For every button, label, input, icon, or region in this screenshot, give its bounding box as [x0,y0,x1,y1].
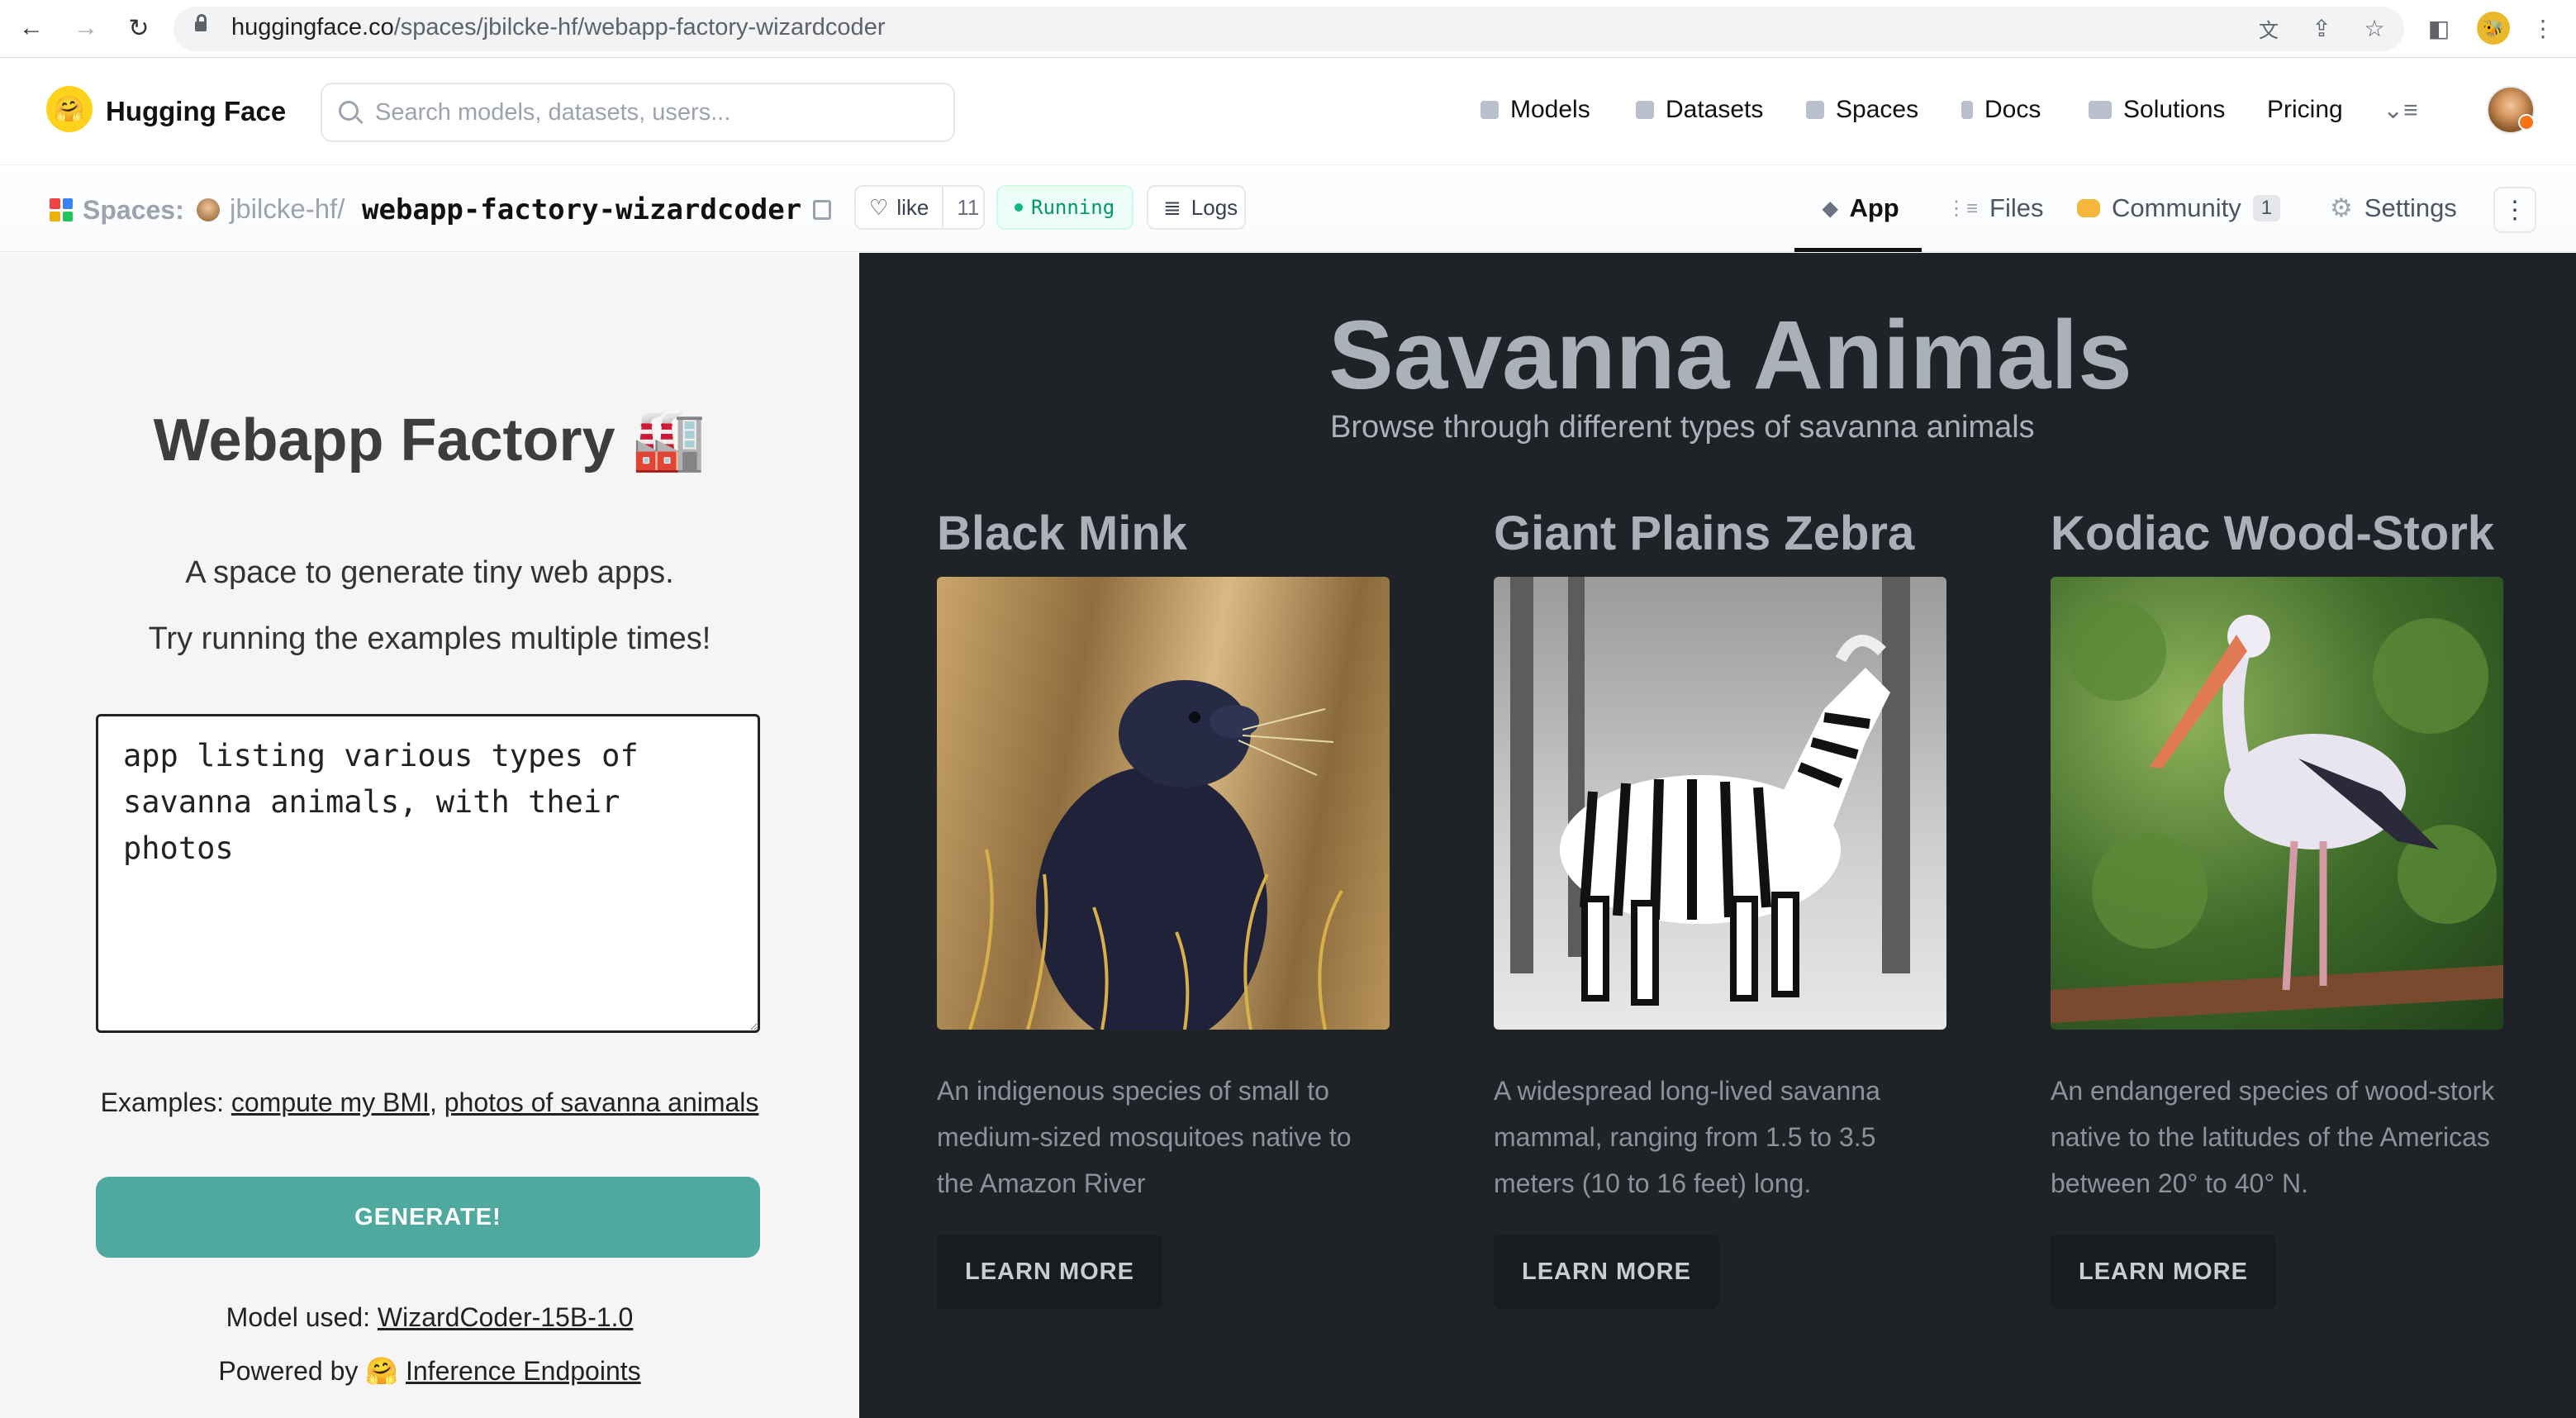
generate-button[interactable]: GENERATE! [96,1177,760,1258]
status-badge: Running [996,185,1134,230]
model-link[interactable]: WizardCoder-15B-1.0 [378,1302,633,1332]
preview-subtitle: Browse through different types of savann… [1330,410,2035,445]
reload-icon[interactable]: ↻ [121,10,157,46]
card-title: Giant Plains Zebra [1494,507,1915,560]
url-text[interactable]: huggingface.co/spaces/jbilcke-hf/webapp-… [231,14,885,41]
heart-icon: ♡ [869,194,889,220]
space-name[interactable]: webapp-factory-wizardcoder [362,193,801,226]
tagline: A space to generate tiny web apps. [185,555,674,590]
logs-button[interactable]: ≣ Logs [1147,185,1246,230]
model-used-line: Model used: WizardCoder-15B-1.0 [226,1302,634,1332]
card-description: A widespread long-lived savanna mammal, … [1494,1076,1880,1198]
giant-plains-zebra-photo [1494,577,1946,1030]
example-savanna-link[interactable]: photos of savanna animals [444,1087,759,1117]
forward-arrow-icon[interactable]: → [68,10,104,46]
hugging-face-logo-icon[interactable]: 🤗 [46,86,93,132]
like-button[interactable]: ♡ like 11 [854,185,985,230]
tagline-hint: Try running the examples multiple times! [148,621,711,656]
back-arrow-icon[interactable]: ← [13,10,50,46]
user-avatar[interactable] [2487,86,2535,134]
animal-card: Kodiac Wood-Stork An endangered species … [2051,506,2503,1309]
animal-card: Giant Plains Zebra A widespread long-liv… [1494,506,1946,1309]
menu-kebab-icon[interactable]: ⋮ [2528,13,2558,43]
community-count: 1 [2252,195,2281,221]
app-title: Webapp Factory 🏭 [153,407,706,473]
models-icon [1480,101,1499,119]
app-icon: ◆ [1823,197,1838,220]
tab-files[interactable]: ⋮≡ Files [1946,193,2043,223]
animal-card: Black Mink An indigenous species of smal… [937,506,1390,1309]
nav-datasets[interactable]: Datasets [1636,96,1763,124]
like-count: 11 [957,194,980,220]
kodiac-wood-stork-photo [2051,577,2503,1030]
nav-docs[interactable]: Docs [1961,96,2041,124]
docs-icon [1961,101,1973,119]
inference-endpoints-link[interactable]: Inference Endpoints [406,1356,641,1386]
card-description: An endangered species of wood-stork nati… [2051,1076,2495,1198]
nav-models[interactable]: Models [1480,96,1590,124]
card-title: Black Mink [937,507,1187,560]
learn-more-button[interactable]: LEARN MORE [1494,1235,1719,1309]
datasets-icon [1636,101,1654,119]
examples-line: Examples: compute my BMI, photos of sava… [100,1087,759,1117]
spaces-icon [1806,101,1824,119]
share-icon[interactable]: ⇪ [2307,13,2336,43]
tab-community[interactable]: Community 1 [2077,193,2281,223]
tab-app[interactable]: ◆ App [1823,193,1899,223]
spaces-label[interactable]: Spaces: [83,195,184,226]
spaces-logo-icon [50,198,73,221]
more-menu-icon[interactable]: ⌄≡ [2383,96,2418,125]
owner-avatar [197,198,220,221]
prompt-textarea[interactable] [96,714,760,1033]
lock-icon [195,14,207,31]
learn-more-button[interactable]: LEARN MORE [2051,1235,2276,1309]
gear-icon: ⚙ [2330,193,2353,222]
black-mink-photo [937,577,1390,1030]
more-options-icon[interactable]: ⋮ [2493,187,2536,233]
solutions-icon [2089,101,2112,119]
nav-solutions[interactable]: Solutions [2089,96,2225,124]
nav-pricing[interactable]: Pricing [2267,96,2343,124]
bookmark-star-icon[interactable]: ☆ [2360,13,2389,43]
search-icon [339,101,359,121]
search-input[interactable] [375,96,937,129]
brand-name[interactable]: Hugging Face [106,96,286,127]
example-bmi-link[interactable]: compute my BMI [231,1087,430,1117]
active-tab-indicator [1794,248,1922,252]
learn-more-button[interactable]: LEARN MORE [937,1235,1162,1309]
card-description: An indigenous species of small to medium… [937,1076,1352,1198]
translate-icon[interactable]: 文 [2254,13,2284,43]
logs-icon: ≣ [1163,194,1181,220]
files-icon: ⋮≡ [1946,197,1979,220]
side-panel-icon[interactable]: ◧ [2424,13,2454,43]
nav-spaces[interactable]: Spaces [1806,96,1918,124]
browser-toolbar: ← → ↻ huggingface.co/spaces/jbilcke-hf/w… [0,0,2576,58]
search-box[interactable] [321,83,955,142]
community-icon [2077,199,2100,217]
tab-settings[interactable]: ⚙ Settings [2330,193,2457,223]
preview-title: Savanna Animals [1328,301,2132,410]
profile-icon[interactable]: 🐝 [2477,12,2510,45]
space-owner[interactable]: jbilcke-hf/ [230,193,345,225]
status-dot-icon [1015,203,1023,212]
powered-by-line: Powered by 🤗 Inference Endpoints [218,1356,641,1386]
card-title: Kodiac Wood-Stork [2051,507,2495,560]
copy-icon[interactable] [813,200,831,220]
